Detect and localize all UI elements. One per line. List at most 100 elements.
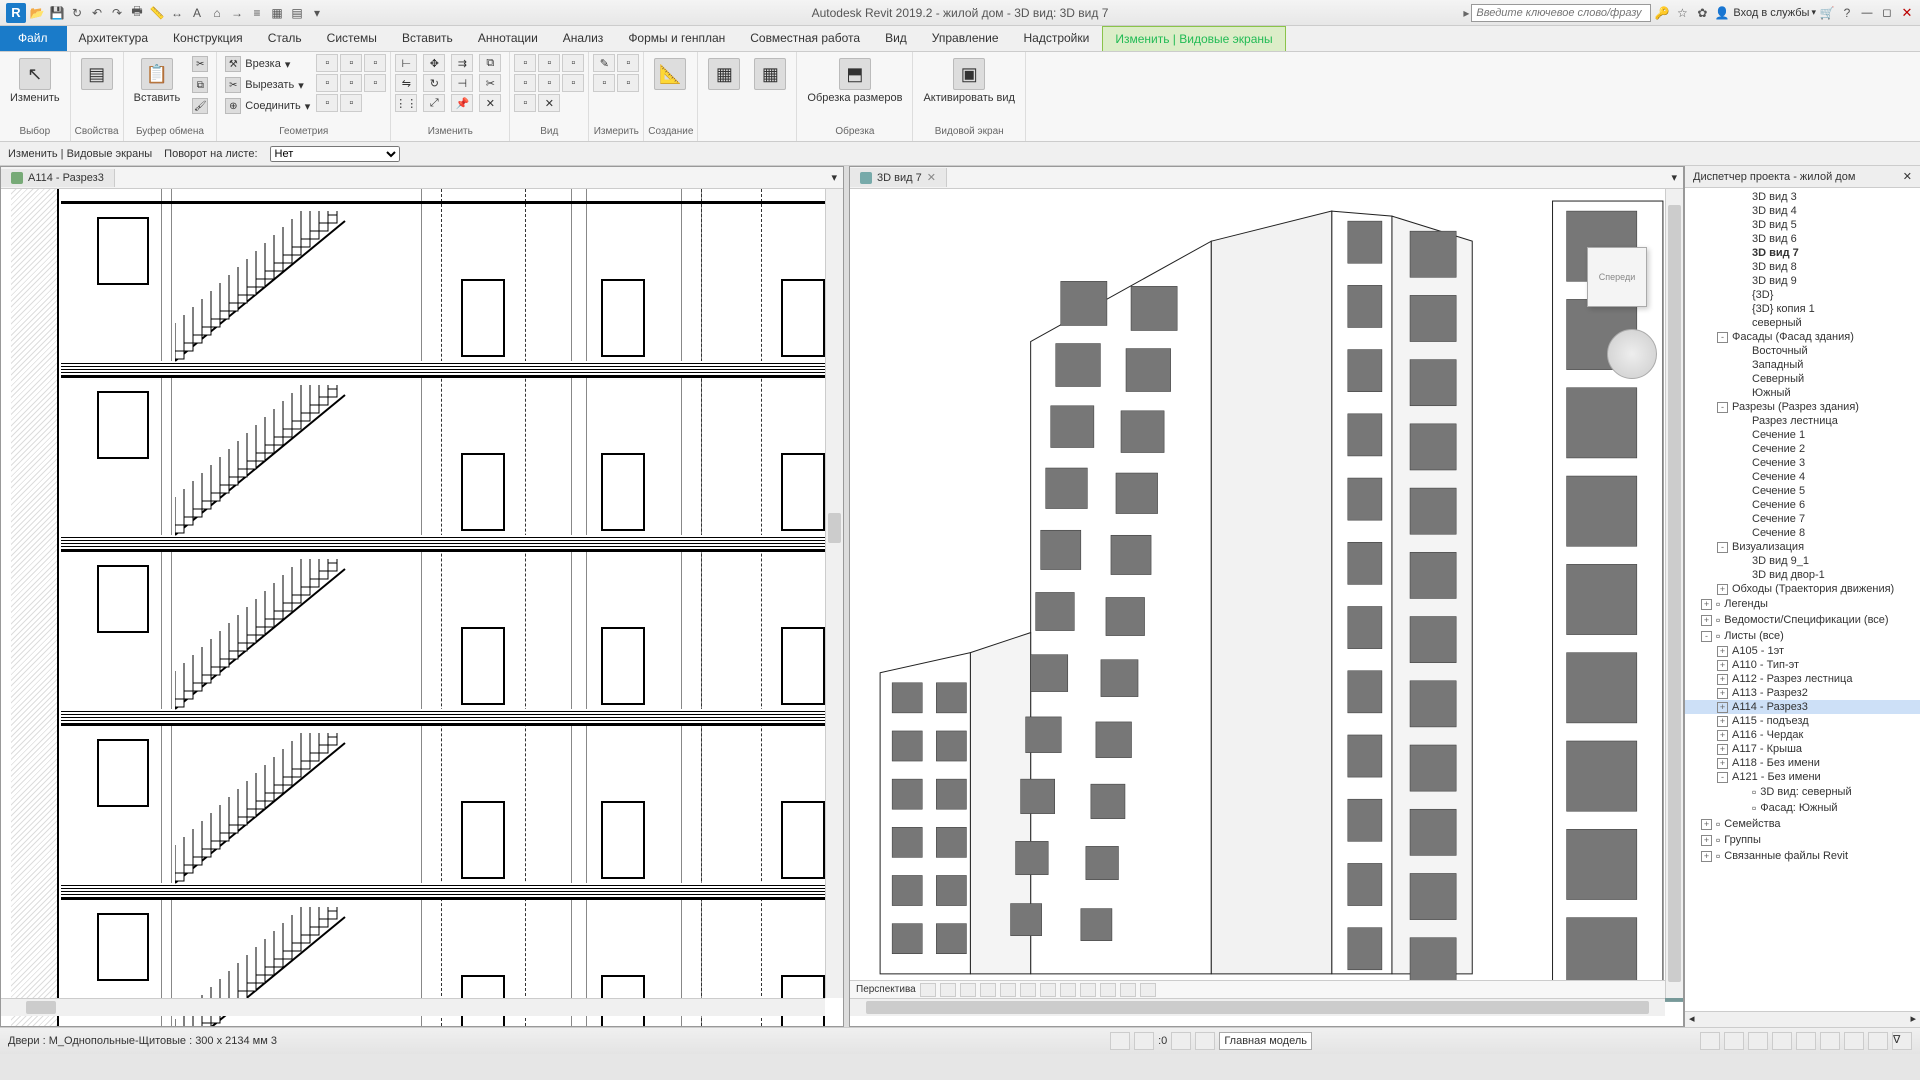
sb-8[interactable] — [1772, 1032, 1792, 1050]
view-tool-2[interactable]: ▫ — [617, 54, 639, 72]
tree-item[interactable]: Сечение 2 — [1685, 442, 1920, 456]
move-button[interactable]: ✥ — [423, 54, 445, 72]
ribbon-tab-0[interactable]: Файл — [0, 26, 67, 51]
measure-icon[interactable]: 📏 — [148, 4, 166, 22]
pb-close-icon[interactable]: ✕ — [1903, 170, 1912, 183]
view-scale-label[interactable]: Перспектива — [856, 984, 916, 995]
ribbon-tab-8[interactable]: Формы и генплан — [616, 26, 738, 51]
tree-item[interactable]: -Разрезы (Разрез здания) — [1685, 400, 1920, 414]
tree-item[interactable]: +Обходы (Траектория движения) — [1685, 582, 1920, 596]
left-view-tab[interactable]: A114 - Разрез3 — [1, 169, 115, 187]
view-tool-1[interactable]: ✎ — [593, 54, 615, 72]
sb-11[interactable] — [1844, 1032, 1864, 1050]
tree-item[interactable]: Западный — [1685, 358, 1920, 372]
tree-item[interactable]: 3D вид двор-1 — [1685, 568, 1920, 582]
undo-icon[interactable]: ↶ — [88, 4, 106, 22]
tree-item[interactable]: Южный — [1685, 386, 1920, 400]
mod2-tool-2[interactable]: ▫ — [538, 54, 560, 72]
tree-item[interactable]: +A117 - Крыша — [1685, 742, 1920, 756]
rotate-button[interactable]: ↻ — [423, 74, 445, 92]
ribbon-tab-6[interactable]: Аннотации — [466, 26, 551, 51]
tree-item[interactable]: +▫Связанные файлы Revit — [1685, 848, 1920, 864]
favorite-icon[interactable]: ✿ — [1693, 4, 1711, 22]
mod2-tool-4[interactable]: ▫ — [514, 74, 536, 92]
rotate-select[interactable]: Нет — [270, 146, 400, 162]
tree-item[interactable]: 3D вид 9_1 — [1685, 554, 1920, 568]
vc-extra1[interactable] — [1120, 983, 1136, 997]
vc-crop2[interactable] — [1040, 983, 1056, 997]
pin-button[interactable]: 📌 — [451, 94, 473, 112]
pb-scroll-right[interactable]: ▸ — [1906, 1012, 1920, 1027]
measure-tool-button[interactable]: 📐 — [648, 54, 692, 94]
qat-more-icon[interactable]: ▾ — [308, 4, 326, 22]
activate-view-button[interactable]: ▣ Активировать вид — [917, 54, 1021, 108]
ribbon-tab-11[interactable]: Управление — [920, 26, 1012, 51]
geom-tool-4[interactable]: ▫ — [316, 74, 338, 92]
sync-icon[interactable]: ↻ — [68, 4, 86, 22]
tree-item[interactable]: 3D вид 4 — [1685, 204, 1920, 218]
geom-tool-3[interactable]: ▫ — [364, 54, 386, 72]
copy-tool-button[interactable]: ⧉ — [479, 54, 501, 72]
vc-sun[interactable] — [960, 983, 976, 997]
right-scroll-h[interactable] — [850, 998, 1665, 1016]
tree-item[interactable]: 3D вид 7 — [1685, 246, 1920, 260]
tree-item[interactable]: 3D вид 8 — [1685, 260, 1920, 274]
delete-button[interactable]: ✕ — [479, 94, 501, 112]
tree-item[interactable]: +▫Легенды — [1685, 596, 1920, 612]
mod2-tool-5[interactable]: ▫ — [538, 74, 560, 92]
sb-3[interactable] — [1171, 1032, 1191, 1050]
view3d-icon[interactable]: ⌂ — [208, 4, 226, 22]
mirror-button[interactable]: ⇋ — [395, 74, 417, 92]
copy-button[interactable]: ⧉ — [188, 75, 212, 95]
sb-12[interactable] — [1868, 1032, 1888, 1050]
vc-crop[interactable] — [1020, 983, 1036, 997]
tree-item[interactable]: +A105 - 1эт — [1685, 644, 1920, 658]
vc-hide[interactable] — [1080, 983, 1096, 997]
ribbon-tab-1[interactable]: Архитектура — [67, 26, 162, 51]
tree-item[interactable]: +A114 - Разрез3 — [1685, 700, 1920, 714]
tree-item[interactable]: 3D вид 5 — [1685, 218, 1920, 232]
vc-extra2[interactable] — [1140, 983, 1156, 997]
viewcube-face[interactable]: Спереди — [1587, 247, 1647, 307]
tree-item[interactable]: ▫Фасад: Южный — [1685, 800, 1920, 816]
ribbon-tab-7[interactable]: Анализ — [551, 26, 617, 51]
vc-reveal[interactable] — [1100, 983, 1116, 997]
mod2-tool-6[interactable]: ▫ — [562, 74, 584, 92]
sb-filter[interactable]: ∇ — [1892, 1032, 1912, 1050]
tree-item[interactable]: Восточный — [1685, 344, 1920, 358]
close-views-icon[interactable]: ▦ — [268, 4, 286, 22]
right-view-max-icon[interactable]: ▾ — [1665, 171, 1683, 184]
geom-tool-7[interactable]: ▫ — [316, 94, 338, 112]
tree-item[interactable]: +A113 - Разрез2 — [1685, 686, 1920, 700]
vc-render[interactable] — [1000, 983, 1016, 997]
cut-geom-button[interactable]: ✂Вырезать ▾ — [221, 75, 314, 95]
tree-item[interactable]: Сечение 4 — [1685, 470, 1920, 484]
mod2-tool-7[interactable]: ▫ — [514, 94, 536, 112]
vc-style[interactable] — [940, 983, 956, 997]
sb-6[interactable] — [1724, 1032, 1744, 1050]
print-icon[interactable]: 🖶 — [128, 4, 146, 22]
sb-7[interactable] — [1748, 1032, 1768, 1050]
project-tree[interactable]: 3D вид 33D вид 43D вид 53D вид 63D вид 7… — [1685, 188, 1920, 1011]
join-button[interactable]: ⊕Соединить ▾ — [221, 96, 314, 116]
geom-tool-6[interactable]: ▫ — [364, 74, 386, 92]
text-icon[interactable]: A — [188, 4, 206, 22]
left-scroll-v[interactable] — [825, 189, 843, 998]
right-view-tab[interactable]: 3D вид 7 ✕ — [850, 168, 947, 187]
scale-button[interactable]: ⤢ — [423, 94, 445, 112]
ribbon-tab-3[interactable]: Сталь — [256, 26, 315, 51]
mod2-tool-1[interactable]: ▫ — [514, 54, 536, 72]
model-select[interactable]: Главная модель — [1219, 1032, 1312, 1050]
sb-9[interactable] — [1796, 1032, 1816, 1050]
properties-button[interactable]: ▤ — [75, 54, 119, 94]
tree-item[interactable]: +▫Группы — [1685, 832, 1920, 848]
split-button[interactable]: ✂ — [479, 74, 501, 92]
left-scroll-h[interactable] — [1, 998, 825, 1016]
tree-item[interactable]: {3D} копия 1 — [1685, 302, 1920, 316]
ribbon-tab-13[interactable]: Изменить | Видовые экраны — [1102, 26, 1285, 51]
tree-item[interactable]: -Визуализация — [1685, 540, 1920, 554]
create-button[interactable]: ▦ — [702, 54, 746, 94]
redo-icon[interactable]: ↷ — [108, 4, 126, 22]
create-button-2[interactable]: ▦ — [748, 54, 792, 94]
paste-button[interactable]: 📋 Вставить — [128, 54, 187, 108]
